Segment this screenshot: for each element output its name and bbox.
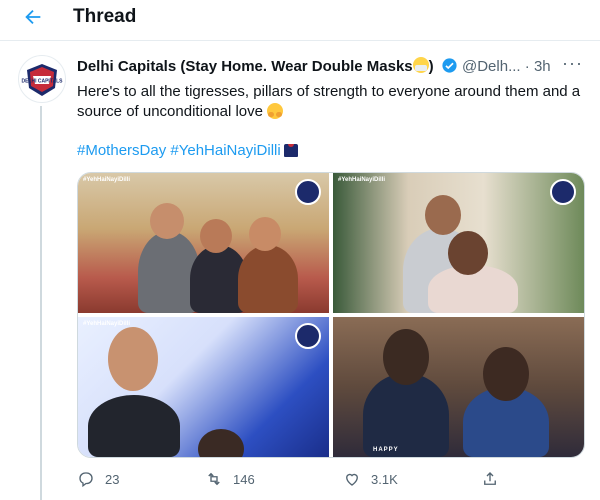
photo-4[interactable]: HAPPY — [333, 317, 584, 457]
share-icon — [484, 472, 496, 485]
tweet-actions: 23 146 3.1K — [77, 470, 587, 490]
time-separator: · — [524, 58, 530, 75]
back-arrow-icon[interactable] — [22, 6, 44, 28]
photo-grid: #YehHaiNayiDilli #YehHaiNayiDilli #YehHa… — [77, 172, 585, 458]
person-head — [200, 219, 232, 253]
retweet-count: 146 — [233, 471, 255, 487]
reply-icon — [79, 472, 93, 488]
retweet-icon — [208, 472, 220, 486]
verified-badge-icon — [442, 58, 457, 73]
photo-3[interactable]: #YehHaiNayiDilli — [78, 317, 329, 457]
person-figure — [88, 395, 180, 457]
author-name-close: ) — [428, 58, 434, 75]
author-handle[interactable]: @Delh... — [462, 58, 521, 75]
tweet-time[interactable]: 3h — [534, 58, 551, 75]
person-figure — [363, 373, 449, 457]
jersey-emoji-icon — [283, 144, 298, 157]
tweet-author-row: Delhi Capitals (Stay Home. Wear Double M… — [77, 57, 551, 75]
photo-logo-icon — [295, 179, 321, 205]
like-button[interactable]: 3.1K — [343, 470, 398, 488]
retweet-button[interactable]: 146 — [205, 470, 255, 488]
more-icon[interactable]: ··· — [562, 53, 583, 74]
page-title: Thread — [73, 6, 137, 27]
like-count: 3.1K — [371, 471, 398, 487]
hashtag-mothersday[interactable]: #MothersDay — [77, 142, 166, 159]
avatar[interactable]: DELHI CAPITALS — [18, 55, 66, 103]
delhi-capitals-logo-icon: DELHI CAPITALS — [21, 64, 63, 96]
tweet-body: Here's to all the tigresses, pillars of … — [77, 83, 581, 120]
hashtag-yehhainayidilli[interactable]: #YehHaiNayiDilli — [170, 142, 280, 159]
photo-1[interactable]: #YehHaiNayiDilli — [78, 173, 329, 313]
person-head — [425, 195, 461, 235]
tweet-text: Here's to all the tigresses, pillars of … — [77, 82, 587, 122]
person-head — [150, 203, 184, 239]
person-head — [249, 217, 281, 251]
reply-count: 23 — [105, 471, 120, 487]
mask-emoji-icon — [412, 57, 429, 73]
photo-logo-icon — [295, 323, 321, 349]
photo-4-caption: HAPPY — [373, 447, 399, 453]
person-head — [383, 329, 429, 385]
person-head — [448, 231, 488, 275]
photo-3-hashtag: #YehHaiNayiDilli — [83, 321, 131, 327]
hugging-face-emoji-icon — [267, 103, 284, 119]
photo-logo-icon — [550, 179, 576, 205]
tweet-hashtags: #MothersDay #YehHaiNayiDilli — [77, 142, 298, 159]
person-head — [198, 429, 244, 457]
author-name[interactable]: Delhi Capitals (Stay Home. Wear Double M… — [77, 58, 413, 75]
avatar-logo-text: DELHI CAPITALS — [21, 79, 63, 85]
photo-2-hashtag: #YehHaiNayiDilli — [338, 177, 386, 183]
person-head — [108, 327, 158, 391]
photo-2[interactable]: #YehHaiNayiDilli — [333, 173, 584, 313]
person-head — [483, 347, 529, 401]
share-button[interactable] — [481, 470, 499, 488]
person-figure — [238, 245, 298, 313]
photo-1-hashtag: #YehHaiNayiDilli — [83, 177, 131, 183]
like-icon — [346, 473, 358, 486]
thread-connector-line — [40, 106, 42, 500]
thread-header: Thread — [0, 0, 600, 41]
reply-button[interactable]: 23 — [77, 470, 119, 488]
